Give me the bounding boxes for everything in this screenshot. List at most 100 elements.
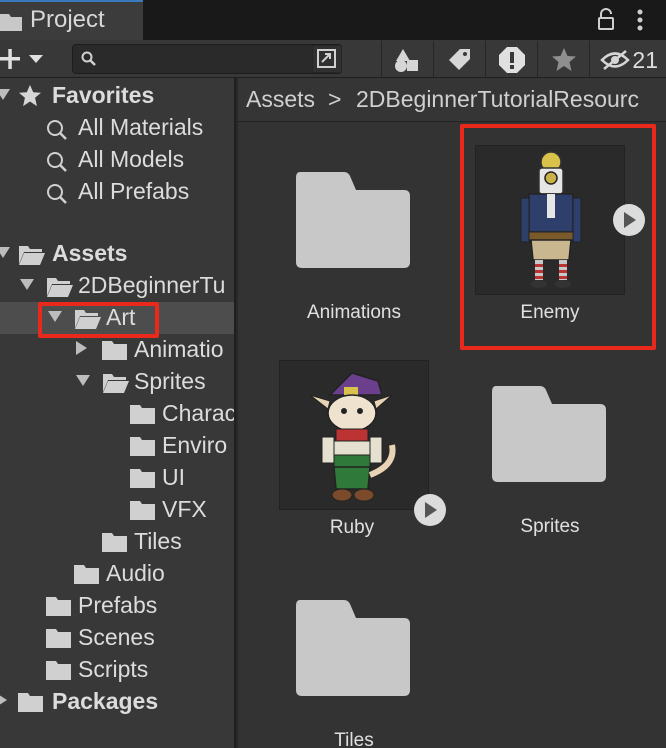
tree-item-favorites[interactable]: Favorites: [0, 80, 234, 112]
breadcrumb: Assets > 2DBeginnerTutorialResourc: [238, 78, 666, 122]
breadcrumb-assets[interactable]: Assets: [246, 86, 315, 113]
tree-item-label: Scripts: [78, 656, 149, 682]
tree-item-environment[interactable]: Enviro: [0, 430, 234, 462]
project-toolbar: 21: [0, 40, 666, 78]
asset-label: Sprites: [520, 516, 580, 537]
tree-item-vfx[interactable]: VFX: [0, 494, 234, 526]
search-icon: [47, 120, 67, 140]
filter-by-issues-button[interactable]: [485, 41, 537, 77]
create-button[interactable]: [0, 44, 50, 74]
open-folder-icon: [19, 246, 45, 265]
hidden-packages-toggle[interactable]: 21: [589, 41, 666, 77]
tree-item-assets[interactable]: Assets: [0, 238, 234, 270]
tree-item-label: Tiles: [134, 528, 182, 554]
asset-ruby[interactable]: Ruby: [262, 360, 462, 540]
asset-sprites-folder[interactable]: Sprites: [460, 368, 640, 548]
folder-icon: [130, 469, 155, 488]
breadcrumb-2dbeginner[interactable]: 2DBeginnerTutorialResourc: [356, 86, 639, 113]
tag-icon: [449, 49, 470, 70]
project-tab-label: Project: [30, 6, 105, 33]
tree-item-label: All Materials: [78, 114, 204, 140]
tree-item-label: Animatio: [134, 336, 224, 362]
folder-icon: [130, 501, 155, 520]
asset-label: Animations: [307, 302, 401, 323]
tree-item-animations[interactable]: Animatio: [0, 334, 234, 366]
tree-item-audio[interactable]: Audio: [0, 558, 234, 590]
tree-item-label: Packages: [52, 688, 159, 714]
shapes-icon: [395, 49, 418, 72]
star-icon: [18, 84, 42, 107]
favorites-filter-button[interactable]: [537, 41, 589, 77]
tree-item-all-prefabs[interactable]: All Prefabs: [0, 176, 234, 208]
folder-icon: [492, 386, 606, 482]
tree-item-label: Favorites: [52, 82, 155, 108]
tree-item-label: UI: [162, 464, 185, 490]
folder-icon: [46, 661, 71, 680]
tree-item-sprites[interactable]: Sprites: [0, 366, 234, 398]
tree-item-prefabs[interactable]: Prefabs: [0, 590, 234, 622]
tree-item-label: Assets: [52, 240, 128, 266]
folder-icon: [296, 172, 410, 268]
tree-item-scenes[interactable]: Scenes: [0, 622, 234, 654]
folder-icon: [296, 600, 410, 696]
folder-icon: [18, 693, 43, 712]
search-icon: [47, 184, 67, 204]
tree-item-packages[interactable]: Packages: [0, 686, 234, 718]
tree-item-tiles[interactable]: Tiles: [0, 526, 234, 558]
tree-item-ui[interactable]: UI: [0, 462, 234, 494]
chevron-down-icon[interactable]: [0, 89, 10, 101]
art-highlight-box: [38, 302, 159, 338]
lock-icon[interactable]: [596, 8, 616, 32]
chevron-down-icon[interactable]: [0, 247, 10, 259]
asset-enemy[interactable]: Enemy: [460, 124, 656, 350]
tree-item-label: Sprites: [134, 368, 206, 394]
warning-icon: [499, 47, 525, 73]
folder-icon: [102, 533, 127, 552]
folder-icon: [0, 14, 22, 31]
asset-label: Ruby: [329, 517, 375, 538]
filter-by-label-button[interactable]: [433, 41, 485, 77]
chevron-right-icon[interactable]: [76, 341, 88, 355]
enemy-highlight-box: [460, 124, 656, 350]
chevron-down-icon[interactable]: [20, 279, 34, 291]
folder-icon: [74, 565, 99, 584]
tree-item-label: Scenes: [78, 624, 155, 650]
search-input[interactable]: [72, 44, 342, 74]
chevron-right-icon[interactable]: [0, 693, 8, 707]
hidden-count: 21: [632, 47, 658, 73]
search-icon: [81, 51, 96, 66]
window-titlebar: Project: [0, 0, 666, 40]
star-icon: [552, 48, 576, 71]
chevron-down-icon[interactable]: [76, 375, 90, 387]
ruby-thumbnail: [279, 360, 429, 510]
folder-tree: Favorites All Materials All Models All P…: [0, 78, 236, 748]
tree-item-label: Prefabs: [78, 592, 158, 618]
tree-item-label: Charac: [162, 400, 236, 426]
folder-icon: [130, 405, 155, 424]
search-icon: [47, 152, 67, 172]
asset-animations-folder[interactable]: Animations: [264, 154, 444, 334]
tree-item-label: All Models: [78, 146, 185, 172]
tree-item-label: Audio: [106, 560, 165, 586]
folder-icon: [102, 341, 127, 360]
tree-item-all-materials[interactable]: All Materials: [0, 112, 234, 144]
tree-item-label: Enviro: [162, 432, 228, 458]
tree-item-label: VFX: [162, 496, 207, 522]
play-icon: [425, 502, 437, 518]
tree-item-label: 2DBeginnerTu: [78, 272, 226, 298]
asset-label: Tiles: [334, 730, 374, 748]
project-tab[interactable]: Project: [0, 0, 143, 40]
tree-item-label: All Prefabs: [78, 178, 190, 204]
filter-by-type-button[interactable]: [381, 41, 433, 77]
asset-tiles-folder[interactable]: Tiles: [264, 582, 444, 748]
tree-item-characters[interactable]: Charac: [0, 398, 236, 430]
tree-item-all-models[interactable]: All Models: [0, 144, 234, 176]
more-menu-icon[interactable]: [634, 8, 646, 32]
hidden-eye-icon: [600, 50, 630, 70]
asset-grid-panel: Assets > 2DBeginnerTutorialResourc Anima…: [238, 78, 666, 748]
open-folder-icon: [103, 374, 129, 393]
tree-item-scripts[interactable]: Scripts: [0, 654, 234, 686]
tree-item-2dbeginner[interactable]: 2DBeginnerTu: [0, 270, 234, 302]
search-by-type-icon[interactable]: [312, 45, 342, 73]
plus-icon: [0, 49, 43, 69]
